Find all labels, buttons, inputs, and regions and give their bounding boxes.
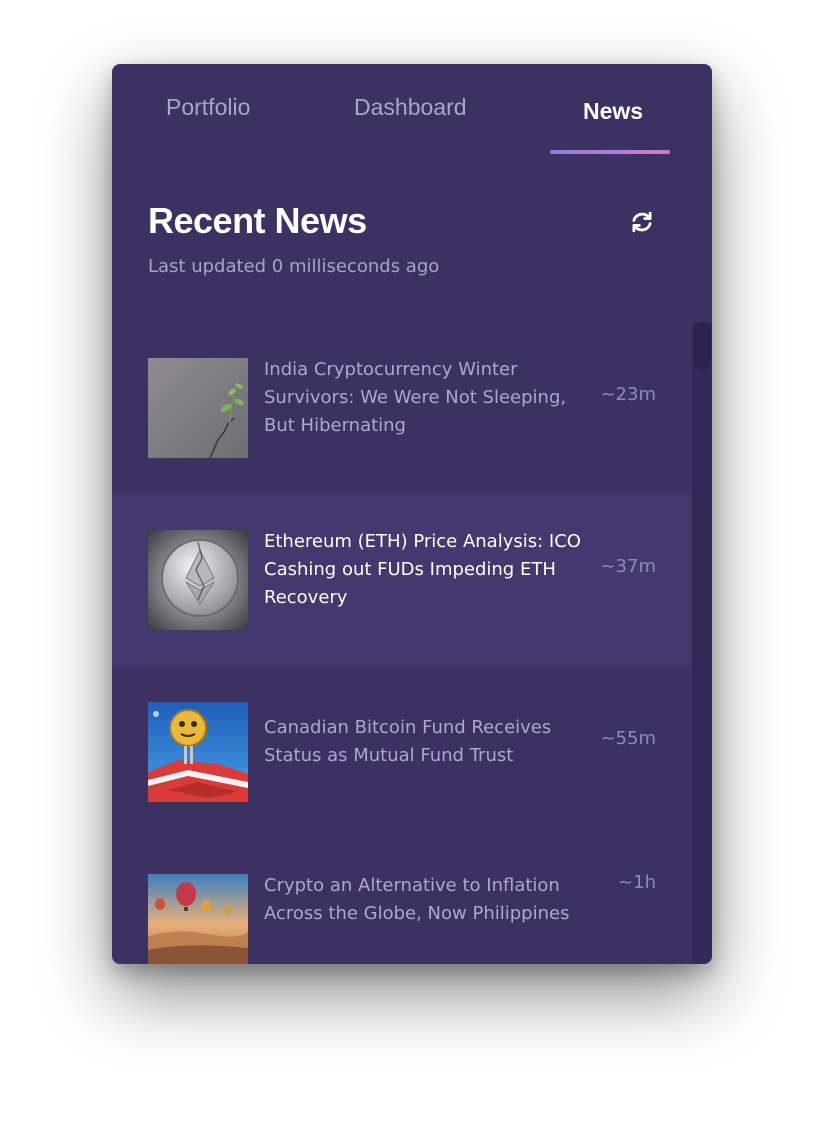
news-headline: Canadian Bitcoin Fund Receives Status as… (264, 717, 552, 766)
last-updated-text: Last updated 0 milliseconds ago (148, 256, 440, 277)
news-age: ~55m (600, 728, 656, 749)
balloons-image (148, 874, 248, 964)
app-window: Portfolio Dashboard News Recent News Las… (112, 64, 712, 964)
news-thumbnail (148, 358, 248, 458)
news-thumbnail (148, 702, 248, 802)
tab-news[interactable]: News (583, 98, 643, 125)
news-list: India Cryptocurrency Winter Survivors: W… (112, 322, 692, 964)
news-age: ~37m (600, 556, 656, 577)
tab-bar: Portfolio Dashboard News (112, 64, 712, 156)
news-item[interactable]: India Cryptocurrency Winter Survivors: W… (112, 322, 692, 494)
tab-portfolio[interactable]: Portfolio (166, 94, 250, 121)
news-headline: India Cryptocurrency Winter Survivors: W… (264, 359, 567, 436)
news-item[interactable]: Crypto an Alternative to Inflation Acros… (112, 838, 692, 964)
active-tab-indicator (550, 150, 670, 154)
news-headline: Ethereum (ETH) Price Analysis: ICO Cashi… (264, 531, 581, 608)
scrollbar-track[interactable] (692, 322, 712, 964)
news-headline: Crypto an Alternative to Inflation Acros… (264, 875, 570, 924)
refresh-button[interactable] (626, 206, 658, 238)
news-thumbnail (148, 530, 248, 630)
news-thumbnail (148, 874, 248, 964)
sprout-image (148, 358, 248, 458)
canada-bitcoin-image (148, 702, 248, 802)
refresh-icon (632, 211, 652, 233)
page-title: Recent News (148, 200, 367, 241)
news-age: ~1h (618, 872, 656, 893)
news-age: ~23m (600, 384, 656, 405)
news-item[interactable]: Canadian Bitcoin Fund Receives Status as… (112, 666, 692, 838)
tab-dashboard[interactable]: Dashboard (354, 94, 467, 121)
ether-coin-image (148, 530, 248, 630)
scrollbar-thumb[interactable] (693, 322, 711, 370)
news-item[interactable]: Ethereum (ETH) Price Analysis: ICO Cashi… (112, 494, 692, 666)
